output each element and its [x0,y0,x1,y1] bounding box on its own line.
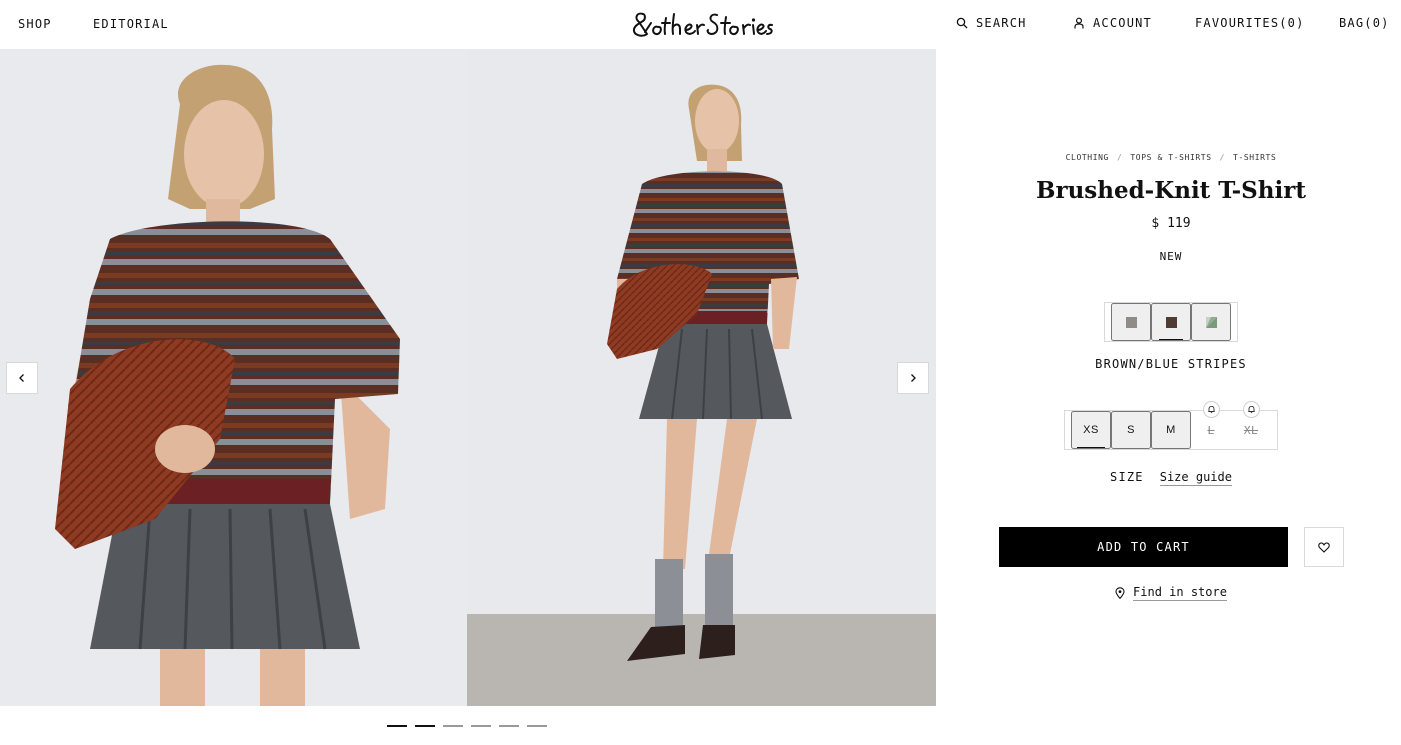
pagination-dot[interactable] [415,725,435,727]
pagination-dot[interactable] [499,725,519,727]
bell-icon [1248,405,1255,414]
breadcrumb-tshirts[interactable]: T-SHIRTS [1233,153,1276,162]
bag-link[interactable]: BAG(0) [1339,16,1390,30]
size-info-row: SIZE Size guide [1000,470,1342,486]
bell-icon [1208,405,1215,414]
color-swatch-green[interactable] [1191,303,1231,341]
product-price: $ 119 [1151,216,1191,231]
pagination-dot[interactable] [443,725,463,727]
color-selector [1104,302,1238,342]
size-option-xl[interactable]: XL [1231,401,1271,449]
product-title: Brushed-Knit T-Shirt [1036,177,1306,204]
size-selector: XS S M L XL [1064,401,1278,450]
pagination-dot[interactable] [471,725,491,727]
gallery-next-button[interactable] [897,362,929,394]
size-option-m[interactable]: M [1151,411,1191,449]
gallery-prev-button[interactable] [6,362,38,394]
find-in-store-label: Find in store [1133,585,1227,601]
size-label: SIZE [1110,470,1144,484]
nav-shop[interactable]: SHOP [18,17,52,31]
size-guide-link[interactable]: Size guide [1159,470,1232,486]
brand-logo[interactable] [631,6,773,40]
size-label-l: L [1207,423,1215,437]
swatch-chip [1165,316,1177,328]
gallery-pagination [387,725,547,727]
breadcrumb-separator: / [1116,153,1123,162]
size-option-xs[interactable]: XS [1071,411,1111,449]
breadcrumb-clothing[interactable]: CLOTHING [1066,153,1109,162]
search-label: SEARCH [976,16,1027,30]
product-image-closeup [0,49,467,706]
chevron-left-icon [19,374,24,382]
nav-editorial[interactable]: EDITORIAL [93,17,169,31]
color-swatch-grey[interactable] [1111,303,1151,341]
swatch-chip [1125,316,1137,328]
selected-color-name: BROWN/BLUE STRIPES [1095,357,1247,371]
chevron-right-icon [911,374,916,382]
size-option-s[interactable]: S [1111,411,1151,449]
breadcrumb-tops-tshirts[interactable]: TOPS & T-SHIRTS [1130,153,1211,162]
location-pin-icon [1115,587,1125,599]
site-header: SHOP EDITORIAL SEARCH ACCOUNT FAVOURITES… [0,0,1401,48]
notify-me-button[interactable] [1203,401,1220,418]
color-swatch-brown-blue[interactable] [1151,303,1191,341]
product-gallery [0,49,936,706]
account-icon [1074,17,1084,29]
search-link[interactable]: SEARCH [956,16,1027,30]
account-label: ACCOUNT [1093,16,1152,30]
add-to-favourites-button[interactable] [1304,527,1344,567]
account-link[interactable]: ACCOUNT [1073,16,1152,30]
notify-me-button[interactable] [1243,401,1260,418]
product-image-fullbody [467,49,936,706]
size-option-l[interactable]: L [1191,401,1231,449]
pagination-dot[interactable] [387,725,407,727]
heart-icon [1318,541,1330,553]
add-to-cart-button[interactable]: ADD TO CART [999,527,1288,567]
search-icon [956,17,968,29]
find-in-store[interactable]: Find in store [1000,585,1342,601]
pagination-dot[interactable] [527,725,547,727]
size-label-xl: XL [1243,423,1259,437]
breadcrumb: CLOTHING / TOPS & T-SHIRTS / T-SHIRTS [1000,153,1342,162]
breadcrumb-separator: / [1219,153,1226,162]
new-badge: NEW [1159,250,1183,263]
favourites-link[interactable]: FAVOURITES(0) [1195,16,1305,30]
swatch-chip-diagonal [1205,316,1217,328]
